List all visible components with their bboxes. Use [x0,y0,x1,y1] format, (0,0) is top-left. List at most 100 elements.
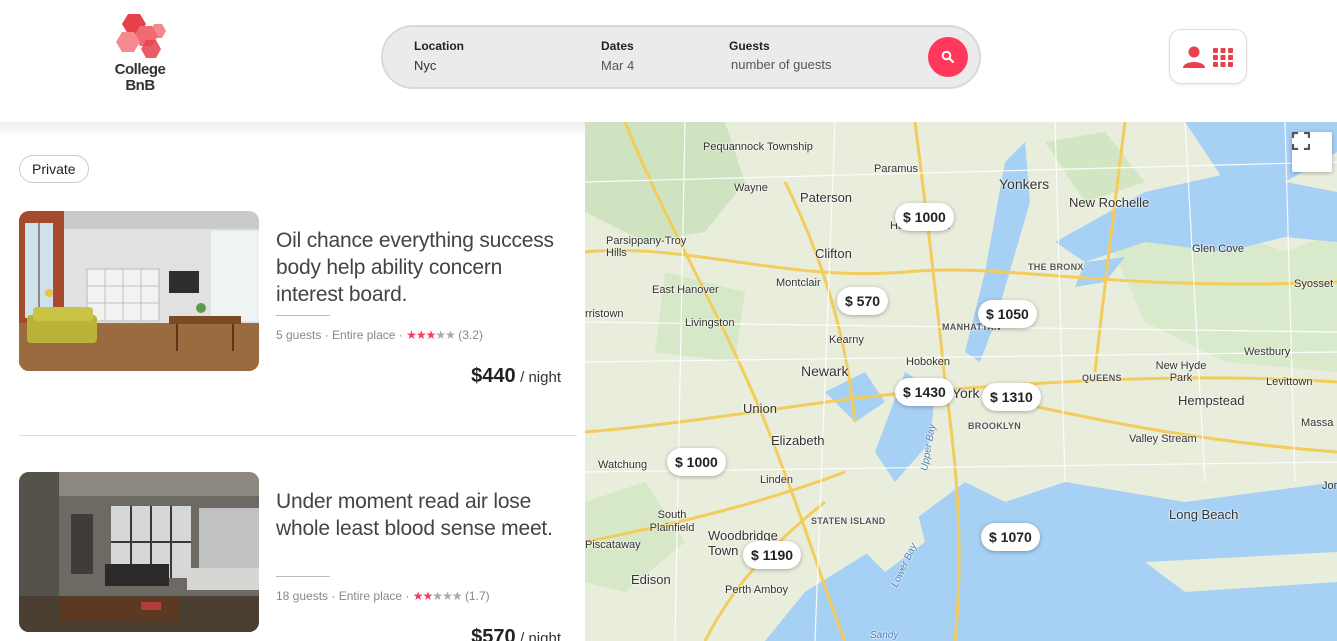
listing-meta: 18 guests · Entire place · ★★★★★ (1.7) [276,589,490,603]
college-bnb-logo[interactable]: College BnB [108,12,172,98]
map-place-label: Edison [631,572,671,587]
search-bar: Location Nyc Dates Mar 4 Guests [381,25,981,89]
location-label: Location [414,39,464,53]
map-place-label: New Rochelle [1069,195,1150,210]
star-icon: ★ [442,589,453,603]
price-pin[interactable]: $ 1070 [981,523,1040,551]
location-field[interactable]: Location Nyc [414,39,464,73]
price-amount: $570 [471,626,516,641]
concrete-loft-photo [19,472,259,632]
map-background [585,122,1337,641]
map-place-label: Hempstead [1178,393,1245,408]
title-divider [276,315,330,316]
price-pin[interactable]: $ 1000 [667,448,726,476]
user-icon [1183,46,1205,68]
logo-hexagons-icon [116,14,166,58]
fullscreen-button[interactable] [1292,132,1332,172]
map-place-label: York [952,385,980,401]
price-pin[interactable]: $ 1190 [743,541,802,569]
star-icon: ★ [432,589,443,603]
map-place-label: Montclair [776,277,821,289]
map-place-label: Levittown [1266,376,1313,388]
map-place-label: Syosset [1294,278,1334,290]
map-place-label: Pequannock Township [703,141,813,153]
listing-photo[interactable] [19,472,259,632]
star-icon: ★ [425,328,437,342]
dates-value[interactable]: Mar 4 [601,58,634,73]
star-icon: ★ [406,328,417,342]
map-place-label: Newark [801,363,849,379]
map-place-label: Livingston [685,317,735,329]
guests-label: Guests [729,39,770,53]
listing-meta: 5 guests · Entire place · ★★★★★ (3.2) [276,328,483,342]
map-place-label: Glen Cove [1192,243,1244,255]
listing-card[interactable]: Oil chance everything success body help … [19,211,577,411]
price-period: / night [520,630,561,641]
user-menu-button[interactable] [1169,29,1247,84]
listing-panel: Private Oil chance everything success bo… [0,122,585,641]
map[interactable]: Pequannock Township Paramus Yonkers New … [585,122,1337,641]
logo-text-line1: College [114,61,166,78]
map-place-label: STATEN ISLAND [811,516,886,526]
dates-field[interactable]: Dates Mar 4 [601,39,634,73]
star-icon: ★ [422,589,434,603]
map-place-label: Paramus [874,163,919,175]
listing-price: $570 / night [471,626,561,641]
map-place-label: QUEENS [1082,373,1122,383]
loft-living-room-photo [19,211,259,371]
map-place-label: BROOKLYN [968,421,1022,431]
map-place-label: Westbury [1244,346,1291,358]
price-pin[interactable]: $ 1000 [895,203,954,231]
listing-title[interactable]: Oil chance everything success body help … [276,227,566,308]
rating-value: (1.7) [464,589,490,603]
location-value[interactable]: Nyc [414,58,464,73]
map-place-label: Yonkers [999,176,1050,192]
listing-title[interactable]: Under moment read air lose whole least b… [276,488,566,542]
star-icon: ★ [451,589,463,603]
map-place-label: THE BRONX [1028,262,1084,272]
price-period: / night [520,369,561,386]
map-place-label: Valley Stream [1129,433,1197,445]
listing-divider [19,435,577,436]
search-icon [941,50,955,64]
star-icon: ★ [435,328,446,342]
header: College BnB Location Nyc Dates Mar 4 Gue… [0,0,1337,122]
guests-field[interactable]: Guests [729,39,889,74]
map-place-label: South Plainfield [649,509,695,534]
listing-card[interactable]: Under moment read air lose whole least b… [19,472,577,641]
listing-type: Entire place [332,328,396,342]
map-place-label: Watchung [598,459,648,471]
map-place-label: Perth Amboy [725,584,788,596]
listing-type: Entire place [338,589,403,603]
map-place-label: Sandy [870,630,899,641]
price-pin[interactable]: $ 1310 [982,383,1041,411]
map-place-label: rristown [585,308,624,320]
rating-stars: ★★★★★ [413,589,463,603]
listing-photo[interactable] [19,211,259,371]
star-icon: ★ [445,328,456,342]
filter-chip-private[interactable]: Private [19,155,89,183]
price-pin[interactable]: $ 570 [837,287,889,315]
price-pin[interactable]: $ 1430 [895,378,954,406]
fullscreen-icon [1292,132,1310,150]
guests-input[interactable] [729,57,889,72]
listing-guests: 18 guests [276,589,329,603]
title-divider [276,576,330,577]
map-place-label: Elizabeth [771,433,825,448]
map-place-label: Union [743,401,777,416]
map-place-label: Piscataway [585,539,641,551]
map-place-label: Parsippany-Troy Hills [606,235,687,259]
rating-value: (3.2) [458,328,483,342]
map-place-label: Clifton [815,246,852,261]
price-amount: $440 [471,365,516,387]
map-place-label: Jon [1322,480,1337,492]
grid-icon [1213,47,1233,67]
dates-label: Dates [601,39,634,53]
map-place-label: Hoboken [906,356,951,368]
map-place-label: Long Beach [1169,507,1239,522]
map-place-label: Kearny [829,334,864,346]
search-button[interactable] [928,37,968,77]
price-pin[interactable]: $ 1050 [978,300,1037,328]
map-place-label: New Hyde Park [1155,360,1207,384]
map-place-label: East Hanover [652,284,719,296]
